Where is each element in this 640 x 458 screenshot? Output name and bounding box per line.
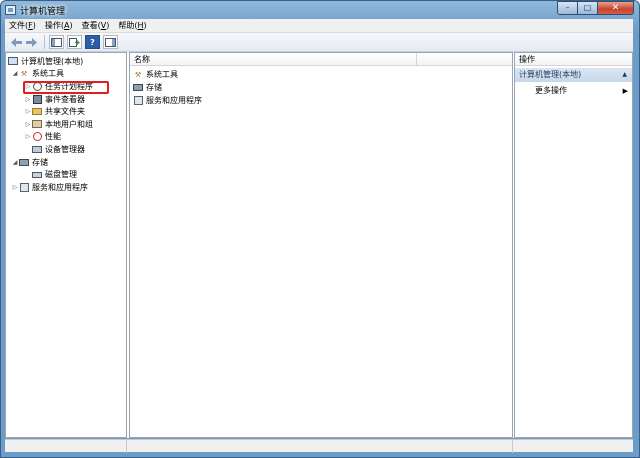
show-hide-console-tree-button[interactable] <box>49 35 64 49</box>
menu-action[interactable]: 操作(A) <box>45 20 73 31</box>
minimize-button[interactable]: – <box>557 1 578 15</box>
list-item-label: 存储 <box>146 83 162 92</box>
tree-item-performance[interactable]: ▷ 性能 <box>6 131 126 144</box>
menu-bar: 文件(F) 操作(A) 查看(V) 帮助(H) <box>5 19 633 33</box>
collapse-icon[interactable]: ◢ <box>11 159 19 166</box>
tree-item-label: 系统工具 <box>32 69 64 79</box>
tree-item-label: 设备管理器 <box>45 144 85 154</box>
expand-icon[interactable]: ▷ <box>24 96 32 103</box>
users-icon <box>32 120 42 129</box>
show-hide-action-pane-button[interactable] <box>103 35 118 49</box>
forward-button[interactable] <box>25 37 38 48</box>
services-icon <box>133 96 143 105</box>
tree-item-label: 服务和应用程序 <box>32 182 88 192</box>
more-actions-item[interactable]: 更多操作 ▶ <box>515 84 632 98</box>
tree-item-shared-folders[interactable]: ▷ 共享文件夹 <box>6 105 126 118</box>
title-bar[interactable]: 计算机管理 – □ ✕ <box>1 1 639 19</box>
shared-folder-icon <box>32 108 42 116</box>
tree-item-label: 事件查看器 <box>45 94 85 104</box>
highlight-box <box>23 81 109 94</box>
close-button[interactable]: ✕ <box>598 1 634 15</box>
actions-pane: 操作 计算机管理(本地) ▲ 更多操作 ▶ <box>514 52 633 438</box>
tree-item-event-viewer[interactable]: ▷ 事件查看器 <box>6 93 126 106</box>
storage-icon <box>19 158 29 166</box>
tree-item-services-apps[interactable]: ▷ 服务和应用程序 <box>6 181 126 194</box>
more-actions-label: 更多操作 <box>535 86 567 95</box>
menu-file[interactable]: 文件(F) <box>9 20 36 31</box>
window-title: 计算机管理 <box>20 6 66 17</box>
status-segment <box>5 440 127 453</box>
tools-icon: ⚒ <box>134 70 142 79</box>
tree-item-system-tools[interactable]: ◢ ⚒ 系统工具 <box>6 68 126 81</box>
console-tree: 计算机管理(本地) ◢ ⚒ 系统工具 ▷ 任务计划程序 ▷ 事件查看器 ▷ 共享… <box>6 53 126 194</box>
actions-section-label: 计算机管理(本地) <box>519 70 582 79</box>
collapse-up-icon[interactable]: ▲ <box>622 68 627 82</box>
close-icon: ✕ <box>611 2 620 13</box>
back-button[interactable] <box>10 37 23 48</box>
storage-icon <box>133 84 143 91</box>
action-pane-icon <box>105 37 116 47</box>
tree-item-local-users[interactable]: ▷ 本地用户和组 <box>6 118 126 131</box>
main-content: 计算机管理(本地) ◢ ⚒ 系统工具 ▷ 任务计划程序 ▷ 事件查看器 ▷ 共享… <box>5 52 633 438</box>
device-manager-icon <box>32 145 42 153</box>
results-pane: 名称 ⚒ 系统工具 存储 服务和应用程序 <box>129 52 513 438</box>
tools-icon: ⚒ <box>20 69 28 78</box>
tree-item-label: 计算机管理(本地) <box>21 56 84 66</box>
expand-icon[interactable]: ▷ <box>11 184 19 191</box>
toolbar: ? <box>5 33 633 52</box>
results-list: ⚒ 系统工具 存储 服务和应用程序 <box>130 66 512 107</box>
back-arrow-icon <box>11 37 22 47</box>
export-list-icon <box>69 37 80 47</box>
actions-header: 操作 <box>515 53 632 66</box>
tree-item-label: 性能 <box>45 132 61 142</box>
menu-help[interactable]: 帮助(H) <box>118 20 146 31</box>
tree-item-disk-management[interactable]: 磁盘管理 <box>6 168 126 181</box>
list-item[interactable]: 存储 <box>130 81 512 94</box>
computer-icon <box>8 57 18 66</box>
list-header: 名称 <box>130 52 512 66</box>
tree-item-root[interactable]: 计算机管理(本地) <box>6 55 126 68</box>
tree-item-device-manager[interactable]: 设备管理器 <box>6 143 126 156</box>
tree-item-label: 磁盘管理 <box>45 170 77 180</box>
console-tree-icon <box>51 37 62 47</box>
menu-view[interactable]: 查看(V) <box>82 20 110 31</box>
tree-item-storage[interactable]: ◢ 存储 <box>6 156 126 169</box>
list-item[interactable]: 服务和应用程序 <box>130 94 512 107</box>
collapse-icon[interactable]: ◢ <box>11 70 19 77</box>
tree-item-label: 共享文件夹 <box>45 107 85 117</box>
performance-icon <box>32 132 42 142</box>
toolbar-separator <box>44 35 45 49</box>
maximize-icon: □ <box>583 3 592 12</box>
minimize-icon: – <box>565 3 570 12</box>
status-segment <box>127 440 513 453</box>
tree-item-label: 存储 <box>32 157 48 167</box>
list-item-label: 服务和应用程序 <box>146 96 202 105</box>
expand-icon[interactable]: ▷ <box>24 133 32 140</box>
tree-item-label: 本地用户和组 <box>45 119 93 129</box>
window-controls: – □ ✕ <box>557 1 634 15</box>
expand-icon[interactable]: ▷ <box>24 121 32 128</box>
console-tree-pane: 计算机管理(本地) ◢ ⚒ 系统工具 ▷ 任务计划程序 ▷ 事件查看器 ▷ 共享… <box>5 52 127 438</box>
submenu-arrow-icon: ▶ <box>622 87 628 95</box>
status-bar <box>5 439 633 453</box>
list-item[interactable]: ⚒ 系统工具 <box>130 68 512 81</box>
forward-arrow-icon <box>26 37 37 47</box>
export-list-button[interactable] <box>67 35 82 49</box>
list-item-label: 系统工具 <box>146 70 178 79</box>
expand-icon[interactable]: ▷ <box>24 108 32 115</box>
services-icon <box>19 182 29 192</box>
event-viewer-icon <box>32 94 42 104</box>
column-name-header[interactable]: 名称 <box>130 52 417 66</box>
help-icon: ? <box>90 37 95 47</box>
actions-section-computer-management[interactable]: 计算机管理(本地) ▲ <box>515 68 632 82</box>
maximize-button[interactable]: □ <box>578 1 598 15</box>
help-button[interactable]: ? <box>85 35 100 49</box>
disk-icon <box>32 171 42 178</box>
computer-management-icon <box>5 5 16 15</box>
